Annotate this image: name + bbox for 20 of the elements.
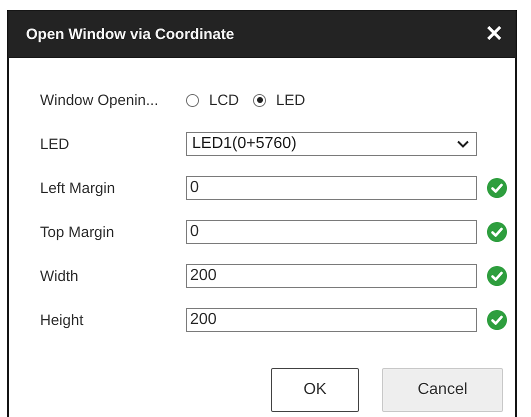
field-label: Left Margin	[40, 180, 116, 196]
radio-button[interactable]	[186, 94, 199, 106]
radio-label[interactable]: LCD	[209, 92, 240, 108]
window-title: Open Window via Coordinate	[26, 26, 234, 42]
field-label: Top Margin	[40, 224, 116, 240]
input-field[interactable]: 0	[186, 176, 477, 200]
field-label: Height	[40, 312, 84, 328]
dropdown[interactable]: LED1(0+5760)	[186, 132, 477, 156]
cancel-button[interactable]: Cancel	[382, 368, 503, 412]
input-field[interactable]: 200	[186, 308, 477, 332]
radio-label[interactable]: LED	[276, 92, 306, 108]
input-field[interactable]: 0	[186, 220, 477, 244]
chevron-down-icon	[457, 140, 469, 148]
field-label: Window Openin...	[40, 92, 160, 108]
ok-button[interactable]: OK	[271, 368, 359, 412]
input-field[interactable]: 200	[186, 264, 477, 288]
field-label: LED	[40, 136, 70, 152]
field-label: Width	[40, 268, 80, 284]
close-button[interactable]: ✕	[485, 23, 503, 45]
radio-button[interactable]	[253, 94, 266, 106]
